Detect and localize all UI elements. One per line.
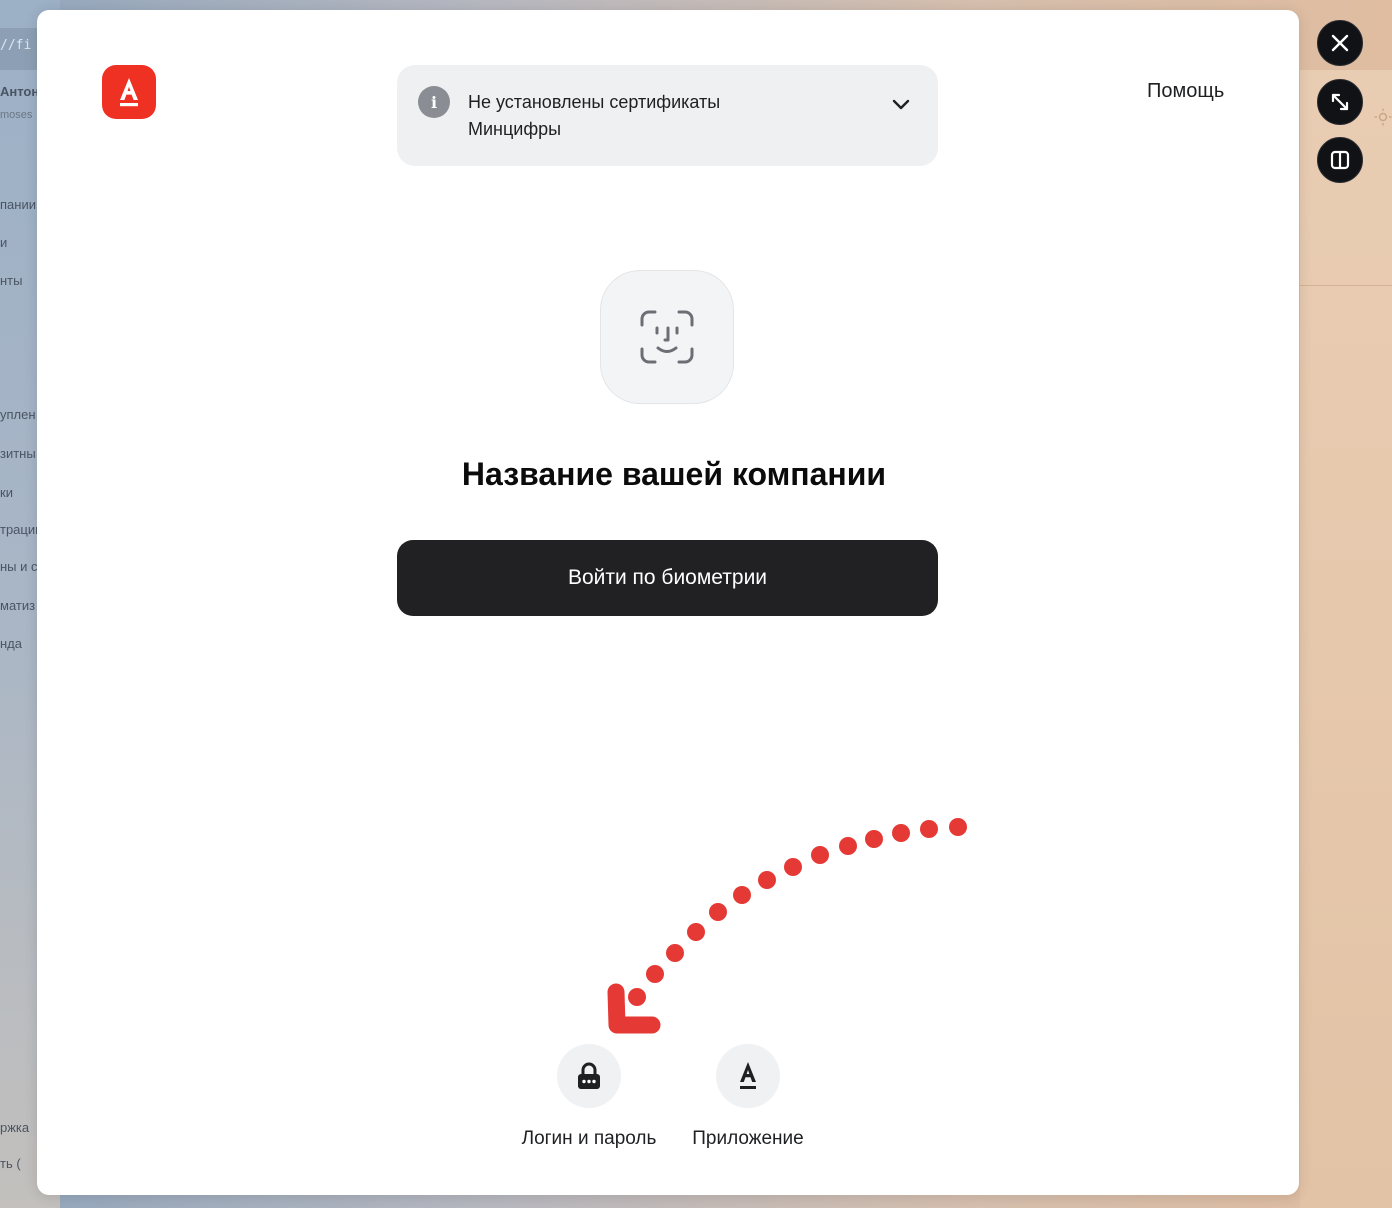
lock-icon bbox=[578, 1062, 600, 1089]
chevron-down-icon[interactable] bbox=[890, 93, 912, 115]
face-id-icon bbox=[640, 310, 694, 364]
expand-button[interactable] bbox=[1317, 79, 1363, 125]
background-menu-item: и bbox=[0, 235, 8, 250]
background-url-text: //fi bbox=[0, 38, 32, 53]
biometric-login-button[interactable]: Войти по биометрии bbox=[397, 540, 938, 616]
background-menu-item: ть ( bbox=[0, 1156, 21, 1171]
split-view-button[interactable] bbox=[1317, 137, 1363, 183]
background-menu-item: ржка bbox=[0, 1120, 30, 1135]
close-button[interactable] bbox=[1317, 20, 1363, 66]
company-title: Название вашей компании bbox=[461, 456, 887, 492]
app-logo-icon bbox=[740, 1062, 756, 1089]
background-right-panel bbox=[1300, 70, 1392, 1208]
certificate-notice[interactable]: i Не установлены сертификаты Минцифры bbox=[397, 65, 938, 166]
split-view-icon bbox=[1330, 150, 1350, 170]
background-menu-item: ны и с bbox=[0, 559, 38, 574]
login-password-option[interactable]: Логин и пароль bbox=[504, 1044, 674, 1150]
app-label: Приложение bbox=[692, 1128, 804, 1149]
close-icon bbox=[1331, 34, 1349, 52]
notice-text: Не установлены сертификаты Минцифры bbox=[468, 92, 721, 139]
help-link[interactable]: Помощь bbox=[1147, 80, 1224, 103]
login-password-circle[interactable] bbox=[557, 1044, 621, 1108]
background-user-sub: moses bbox=[0, 109, 33, 121]
background-divider bbox=[1300, 285, 1392, 286]
app-circle[interactable] bbox=[716, 1044, 780, 1108]
background-menu-item: матиз bbox=[0, 598, 36, 613]
alfa-a-icon bbox=[120, 78, 138, 107]
background-menu-item: пании bbox=[0, 197, 36, 212]
background-menu-item: нты bbox=[0, 273, 23, 288]
sun-icon bbox=[1374, 108, 1392, 126]
info-icon: i bbox=[418, 86, 450, 118]
background-menu-item: зитны bbox=[0, 446, 36, 461]
background-menu-item: нда bbox=[0, 636, 22, 651]
alfa-logo bbox=[102, 65, 156, 119]
expand-icon bbox=[1331, 93, 1349, 111]
face-id-tile bbox=[600, 270, 734, 404]
login-modal: i Не установлены сертификаты Минцифры По… bbox=[37, 10, 1299, 1195]
background-menu-item: ки bbox=[0, 485, 13, 500]
login-password-label: Логин и пароль bbox=[521, 1128, 657, 1149]
background-menu-item: уплен bbox=[0, 407, 36, 422]
background-user-name: Антон bbox=[0, 84, 40, 99]
app-option[interactable]: Приложение bbox=[663, 1044, 833, 1150]
